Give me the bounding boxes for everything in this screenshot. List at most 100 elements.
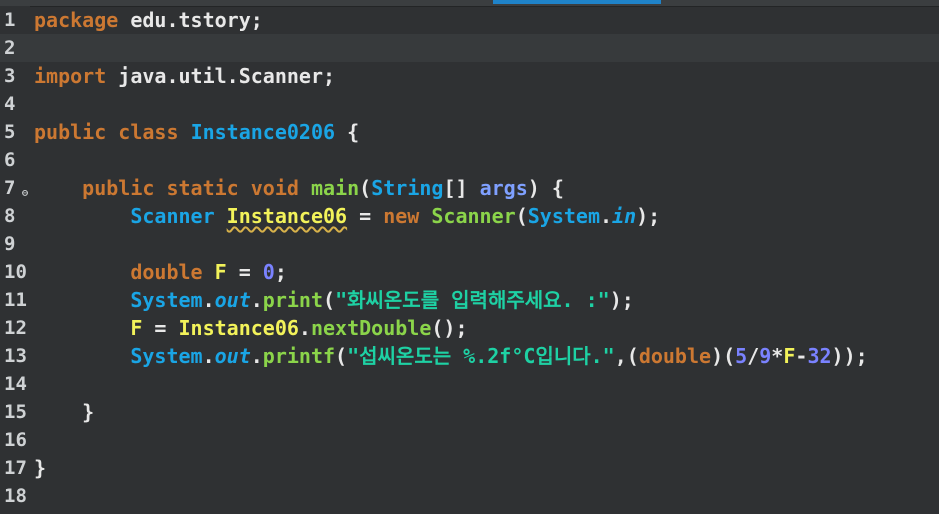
code-line[interactable]: 3 import java.util.Scanner; xyxy=(0,62,939,90)
code-token: ); xyxy=(609,288,634,312)
code-line[interactable]: 2 xyxy=(0,34,939,62)
code-token: System xyxy=(527,204,600,228)
code-line[interactable]: 6 xyxy=(0,146,939,174)
code-line[interactable]: 13 System.out.printf("섭씨온도는 %.2f°C입니다.",… xyxy=(0,342,939,370)
code-line[interactable]: 18 xyxy=(0,482,939,510)
code-token: - xyxy=(795,344,808,368)
code-token: Scanner xyxy=(130,204,215,228)
code-line[interactable]: 12 F = Instance06.nextDouble(); xyxy=(0,314,939,342)
line-number: 17 xyxy=(4,457,27,479)
code-token: . xyxy=(250,344,263,368)
code-token: Instance06 xyxy=(178,316,299,340)
code-token: F xyxy=(214,260,227,284)
code-token: printf xyxy=(262,344,336,368)
code-line[interactable]: 10 double F = 0; xyxy=(0,258,939,286)
code-token: main xyxy=(310,176,360,200)
line-number: 18 xyxy=(4,485,27,507)
line-number: 9 xyxy=(4,233,16,255)
code-token: new xyxy=(383,204,420,228)
code-line[interactable]: 9 xyxy=(0,230,939,258)
line-number: 10 xyxy=(4,261,27,283)
line-number: 16 xyxy=(4,429,27,451)
code-text: import java.util.Scanner; xyxy=(34,62,335,90)
code-token: (); xyxy=(431,316,468,340)
code-line[interactable]: 17} xyxy=(0,454,939,482)
code-token: 0 xyxy=(262,260,275,284)
code-token: double xyxy=(638,344,712,368)
line-number: 13 xyxy=(4,345,27,367)
code-token: double xyxy=(130,260,203,284)
code-token: package xyxy=(34,8,119,32)
code-token: . xyxy=(250,288,263,312)
code-token: 9 xyxy=(759,344,772,368)
code-token: . xyxy=(298,316,311,340)
code-token: "화씨온도를 입력해주세요. :" xyxy=(335,288,610,312)
code-token: edu.tstory; xyxy=(118,8,263,32)
code-text: Scanner Instance06 = new Scanner(System.… xyxy=(34,202,660,230)
code-line[interactable]: 11 System.out.print("화씨온도를 입력해주세요. :"); xyxy=(0,286,939,314)
code-token: java.util.Scanner; xyxy=(106,64,336,88)
code-token: ; xyxy=(274,260,287,284)
code-token: out xyxy=(214,288,251,312)
code-text: F = Instance06.nextDouble(); xyxy=(34,314,468,342)
code-token: Scanner xyxy=(431,204,516,228)
code-token: Instance06 xyxy=(226,204,348,228)
code-token: } xyxy=(34,400,95,424)
code-text: public static void main(String[] args) { xyxy=(34,174,564,202)
line-number: 1 xyxy=(4,9,16,31)
code-token: import xyxy=(34,64,107,88)
active-tab-indicator[interactable] xyxy=(493,0,661,4)
code-token: nextDouble xyxy=(310,316,432,340)
line-number: 15 xyxy=(4,401,27,423)
code-token: String xyxy=(371,176,444,200)
code-token: ) { xyxy=(527,176,564,200)
code-token: )); xyxy=(831,344,868,368)
code-line[interactable]: 16 xyxy=(0,426,939,454)
code-token: in xyxy=(612,204,637,228)
code-line[interactable]: 14 xyxy=(0,370,939,398)
line-number: 4 xyxy=(4,93,16,115)
code-token: out xyxy=(214,344,251,368)
code-token: * xyxy=(771,344,784,368)
code-token: F xyxy=(130,316,143,340)
code-line[interactable]: 8 Scanner Instance06 = new Scanner(Syste… xyxy=(0,202,939,230)
code-text: } xyxy=(34,454,46,482)
code-token: } xyxy=(34,456,47,480)
code-token: ,( xyxy=(614,344,639,368)
code-text: } xyxy=(34,398,94,426)
code-token: 5 xyxy=(735,344,748,368)
line-number: 8 xyxy=(4,205,16,227)
code-line[interactable]: 4 xyxy=(0,90,939,118)
code-text: System.out.printf("섭씨온도는 %.2f°C입니다.",(do… xyxy=(34,342,868,370)
code-token: / xyxy=(747,344,760,368)
code-line[interactable]: 7 ⊖ public static void main(String[] args… xyxy=(0,174,939,202)
code-token: print xyxy=(262,288,324,312)
line-number: 6 xyxy=(4,149,16,171)
code-editor[interactable]: 1 package edu.tstory; 2 3 import java.util.S… xyxy=(0,0,939,514)
code-line[interactable]: 5 public class Instance0206 { xyxy=(0,118,939,146)
code-token: . xyxy=(202,288,215,312)
code-token: [] xyxy=(443,176,480,200)
code-token: static xyxy=(166,176,239,200)
code-token: void xyxy=(250,176,299,200)
code-line[interactable]: 1 package edu.tstory; xyxy=(0,6,939,34)
code-line[interactable]: 15 } xyxy=(0,398,939,426)
code-token: ); xyxy=(636,204,661,228)
code-token: . xyxy=(202,344,215,368)
code-text: double F = 0; xyxy=(34,258,287,286)
code-token: ( xyxy=(323,288,336,312)
code-text: System.out.print("화씨온도를 입력해주세요. :"); xyxy=(34,286,634,314)
code-token: args xyxy=(479,176,528,200)
code-token: Instance0206 xyxy=(190,120,336,144)
